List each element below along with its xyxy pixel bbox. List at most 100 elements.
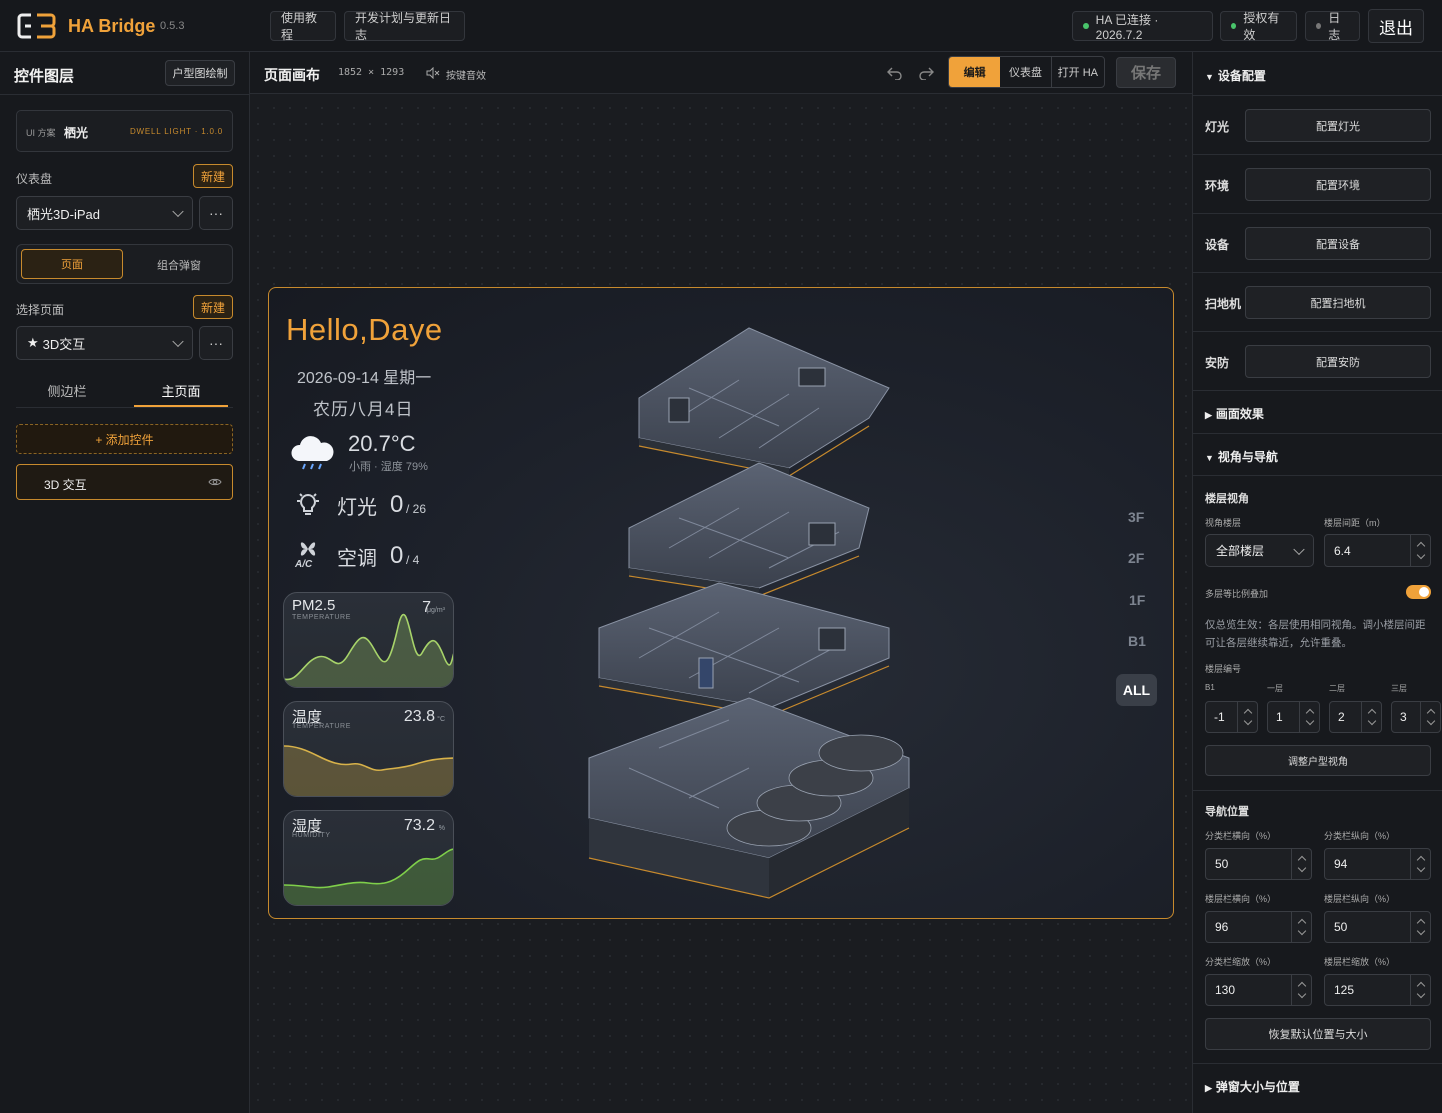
humidity-sparkline <box>284 848 453 905</box>
ac-total: / 4 <box>406 553 420 567</box>
stepper-icon[interactable] <box>1299 702 1319 732</box>
floor-gap-label: 楼层间距（m） <box>1324 518 1386 528</box>
floor-3f-button[interactable]: 3F <box>1128 509 1144 525</box>
stepper-icon[interactable] <box>1410 535 1430 566</box>
mode-edit-button[interactable]: 编辑 <box>949 57 1001 87</box>
temperature-sparkline <box>284 745 453 796</box>
field-label: 分类栏横向（%） <box>1205 831 1277 841</box>
sensor-card-pm25[interactable]: PM2.5 TEMPERATURE 7 μg/m³ <box>283 592 454 688</box>
floor-2f-button[interactable]: 2F <box>1128 550 1144 566</box>
stepper-icon[interactable] <box>1237 702 1257 732</box>
dashboard-more-button[interactable]: ··· <box>199 196 233 230</box>
floor-bar-y-input[interactable]: 50 <box>1324 911 1431 943</box>
canvas-header: 页面画布 1852 × 1293 按键音效 编辑 仪表盘 打开 HA 保存 <box>250 52 1192 94</box>
eye-icon[interactable] <box>208 477 222 487</box>
triangle-down-icon: ▼ <box>1205 72 1214 82</box>
dashboard-label: 仪表盘 <box>16 172 53 186</box>
section-popup-size[interactable]: ▶ 弹窗大小与位置 <box>1205 1078 1300 1095</box>
floor-num-input-3[interactable]: 3 <box>1391 701 1441 733</box>
stepper-icon[interactable] <box>1291 975 1311 1005</box>
ha-status-badge[interactable]: HA 已连接 · 2026.7.2 <box>1072 11 1213 42</box>
stepper-icon[interactable] <box>1291 912 1311 942</box>
floor-bar-x-input[interactable]: 96 <box>1205 911 1312 943</box>
field-label: 分类栏缩放（%） <box>1205 957 1277 967</box>
page-more-button[interactable]: ··· <box>199 326 233 360</box>
config-devices-button[interactable]: 配置设备 <box>1245 227 1431 260</box>
floor-num-input-2[interactable]: 2 <box>1329 701 1382 733</box>
stepper-icon[interactable] <box>1291 849 1311 879</box>
page-select-label: 选择页面 <box>16 303 65 317</box>
stepper-icon[interactable] <box>1410 849 1430 879</box>
view-floor-label: 视角楼层 <box>1205 518 1242 528</box>
floorplan-draw-button[interactable]: 户型图绘制 <box>165 60 235 86</box>
layers-panel: 控件图层 户型图绘制 UI 方案 栖光 DWELL LIGHT · 1.0.0 … <box>0 52 250 1113</box>
category-bar-y-input[interactable]: 94 <box>1324 848 1431 880</box>
add-widget-button[interactable]: + 添加控件 <box>16 424 233 454</box>
category-bar-scale-input[interactable]: 130 <box>1205 974 1312 1006</box>
config-row-security: 安防 配置安防 <box>1193 332 1442 391</box>
tab-main-page[interactable]: 主页面 <box>134 381 228 400</box>
log-button[interactable]: 日志 <box>1305 11 1360 42</box>
floor-num-input-1[interactable]: 1 <box>1267 701 1320 733</box>
mute-icon[interactable] <box>426 67 440 79</box>
config-env-button[interactable]: 配置环境 <box>1245 168 1431 201</box>
floor-1f-button[interactable]: 1F <box>1129 592 1145 608</box>
scheme-name: 栖光 <box>64 126 89 140</box>
stepper-icon[interactable] <box>1410 912 1430 942</box>
sound-toggle-label[interactable]: 按键音效 <box>446 67 486 82</box>
section-device-config[interactable]: ▼ 设备配置 <box>1205 67 1266 84</box>
undo-icon[interactable] <box>887 66 903 80</box>
category-bar-x-input[interactable]: 50 <box>1205 848 1312 880</box>
floor-b1-button[interactable]: B1 <box>1128 633 1146 649</box>
open-ha-button[interactable]: 打开 HA <box>1052 57 1104 87</box>
stepper-icon[interactable] <box>1410 975 1430 1005</box>
config-vacuum-button[interactable]: 配置扫地机 <box>1245 286 1431 319</box>
floor-num-input-b1[interactable]: -1 <box>1205 701 1258 733</box>
tutorial-button[interactable]: 使用教程 <box>270 11 336 42</box>
config-lights-button[interactable]: 配置灯光 <box>1245 109 1431 142</box>
floor-b1-model <box>588 697 910 899</box>
stepper-icon[interactable] <box>1420 702 1440 732</box>
triangle-right-icon: ▶ <box>1205 410 1212 420</box>
floor-all-button[interactable]: ALL <box>1116 674 1157 706</box>
tab-sidebar[interactable]: 侧边栏 <box>16 381 118 400</box>
stepper-icon[interactable] <box>1361 702 1381 732</box>
reset-position-button[interactable]: 恢复默认位置与大小 <box>1205 1018 1431 1050</box>
floor-num-label-b1: B1 <box>1205 683 1215 692</box>
sensor-card-temperature[interactable]: 温度 TEMPERATURE 23.8 °C <box>283 701 454 797</box>
ui-scheme-card[interactable]: UI 方案 栖光 DWELL LIGHT · 1.0.0 <box>16 110 233 152</box>
divider <box>1193 433 1442 434</box>
mode-dashboard-button[interactable]: 仪表盘 <box>1000 57 1052 87</box>
redo-icon[interactable] <box>918 66 934 80</box>
config-security-button[interactable]: 配置安防 <box>1245 345 1431 378</box>
sensor-card-humidity[interactable]: 湿度 HUMIDITY 73.2 % <box>283 810 454 906</box>
ac-icon-text: A/C <box>295 559 313 570</box>
save-button[interactable]: 保存 <box>1116 57 1176 88</box>
field-label: 分类栏纵向（%） <box>1324 831 1396 841</box>
layer-item[interactable]: 3D 交互 <box>16 464 233 500</box>
exit-button[interactable]: 退出 <box>1368 9 1424 43</box>
triangle-down-icon: ▼ <box>1205 453 1214 463</box>
light-bulb-icon <box>297 493 319 515</box>
house-3d-model[interactable] <box>569 298 929 908</box>
new-dashboard-button[interactable]: 新建 <box>193 164 233 188</box>
greeting: Hello,Daye <box>286 312 443 347</box>
floor-bar-scale-input[interactable]: 125 <box>1324 974 1431 1006</box>
segment-popup[interactable]: 组合弹窗 <box>129 257 229 273</box>
config-row-env: 环境 配置环境 <box>1193 155 1442 214</box>
dashboard-preview[interactable]: Hello,Daye 2026-09-14 星期一 农历八月4日 20.7°C … <box>268 287 1174 919</box>
new-page-button[interactable]: 新建 <box>193 295 233 319</box>
segment-page[interactable]: 页面 <box>21 249 123 279</box>
section-view-nav[interactable]: ▼ 视角与导航 <box>1205 448 1278 465</box>
config-panel: ▼ 设备配置 灯光 配置灯光 环境 配置环境 设备 配置设备 扫地机 配置扫地机 安防 配置… <box>1192 52 1442 1113</box>
floor-gap-input[interactable]: 6.4 <box>1324 534 1431 567</box>
adjust-view-button[interactable]: 调整户型视角 <box>1205 745 1431 776</box>
view-floor-select[interactable]: 全部楼层 <box>1205 534 1314 567</box>
dashboard-select[interactable]: 栖光3D-iPad <box>16 196 193 230</box>
page-select[interactable]: ★ 3D交互 <box>16 326 193 360</box>
roadmap-button[interactable]: 开发计划与更新日志 <box>344 11 465 42</box>
license-badge[interactable]: 授权有效 <box>1220 11 1297 42</box>
divider <box>1193 1063 1442 1064</box>
section-effects[interactable]: ▶ 画面效果 <box>1205 405 1264 422</box>
overlay-toggle[interactable] <box>1406 585 1431 599</box>
